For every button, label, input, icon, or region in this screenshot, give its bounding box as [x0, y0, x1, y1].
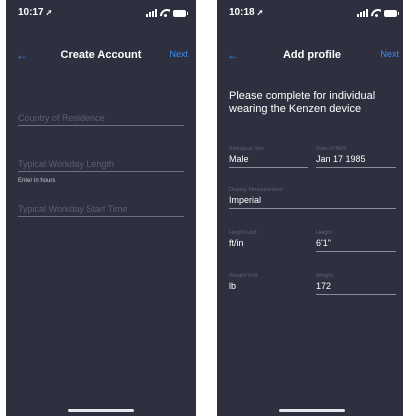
system-icons: [146, 9, 188, 17]
display-measurement-label: Display Measurement: [229, 187, 283, 193]
battery-icon: [384, 9, 399, 17]
height-unit-field[interactable]: Height Unit ft/in: [229, 230, 308, 251]
system-icons: [357, 9, 399, 17]
page-title: Add profile: [282, 49, 342, 61]
display-measurement-value: Imperial: [229, 195, 396, 209]
height-field[interactable]: Height 6'1": [316, 230, 396, 252]
add-profile-screen: 10:18 ➚ ← Add profile Next Please complet…: [217, 0, 403, 416]
display-measurement-field[interactable]: Display Measurement Imperial: [229, 187, 396, 209]
date-of-birth-field[interactable]: Date of Birth Jan 17 1985: [316, 146, 396, 168]
page-title: Create Account: [60, 49, 142, 61]
workday-start-time-placeholder: Typical Workday Start Time: [18, 204, 128, 214]
nav-bar: ← Add profile Next: [217, 48, 403, 64]
biological-sex-value: Male: [229, 154, 308, 168]
status-time: 10:17 ➚: [18, 7, 53, 18]
height-value: 6'1": [316, 238, 396, 252]
signal-icon: [146, 9, 157, 17]
location-arrow-icon: ➚: [45, 8, 53, 17]
battery-icon: [173, 9, 188, 17]
weight-unit-value: lb: [229, 281, 237, 291]
status-bar: 10:18 ➚: [217, 7, 403, 21]
location-arrow-icon: ➚: [256, 8, 264, 17]
workday-length-field[interactable]: Typical Workday Length: [18, 158, 184, 172]
intro-text: Please complete for individual wearing t…: [229, 90, 376, 115]
signal-icon: [357, 9, 368, 17]
status-time: 10:18 ➚: [229, 7, 264, 18]
status-bar: 10:17 ➚: [6, 7, 196, 21]
nav-bar: ← Create Account Next: [6, 48, 196, 64]
create-account-screen: 10:17 ➚ ← Create Account Next Country of …: [6, 0, 196, 416]
weight-field[interactable]: Weight 172: [316, 273, 396, 295]
home-indicator[interactable]: [68, 409, 134, 412]
workday-start-time-field[interactable]: Typical Workday Start Time: [18, 203, 184, 217]
height-unit-value: ft/in: [229, 238, 244, 248]
next-button[interactable]: Next: [169, 49, 188, 59]
height-unit-label: Height Unit: [229, 230, 257, 236]
home-indicator[interactable]: [279, 409, 345, 412]
workday-length-hint: Enter in hours: [18, 178, 56, 184]
wifi-icon: [371, 9, 381, 17]
next-button[interactable]: Next: [380, 49, 399, 59]
weight-unit-label: Weight Unit: [229, 273, 258, 279]
weight-label: Weight: [316, 273, 334, 279]
weight-unit-field[interactable]: Weight Unit lb: [229, 273, 308, 294]
biological-sex-field[interactable]: Biological Sex Male: [229, 146, 308, 168]
workday-length-placeholder: Typical Workday Length: [18, 159, 114, 169]
wifi-icon: [160, 9, 170, 17]
height-label: Height: [316, 230, 332, 236]
country-of-residence-field[interactable]: Country of Residence: [18, 112, 184, 126]
biological-sex-label: Biological Sex: [229, 146, 264, 152]
country-of-residence-placeholder: Country of Residence: [18, 113, 105, 123]
date-of-birth-value: Jan 17 1985: [316, 154, 396, 168]
date-of-birth-label: Date of Birth: [316, 146, 347, 152]
weight-value: 172: [316, 281, 396, 295]
